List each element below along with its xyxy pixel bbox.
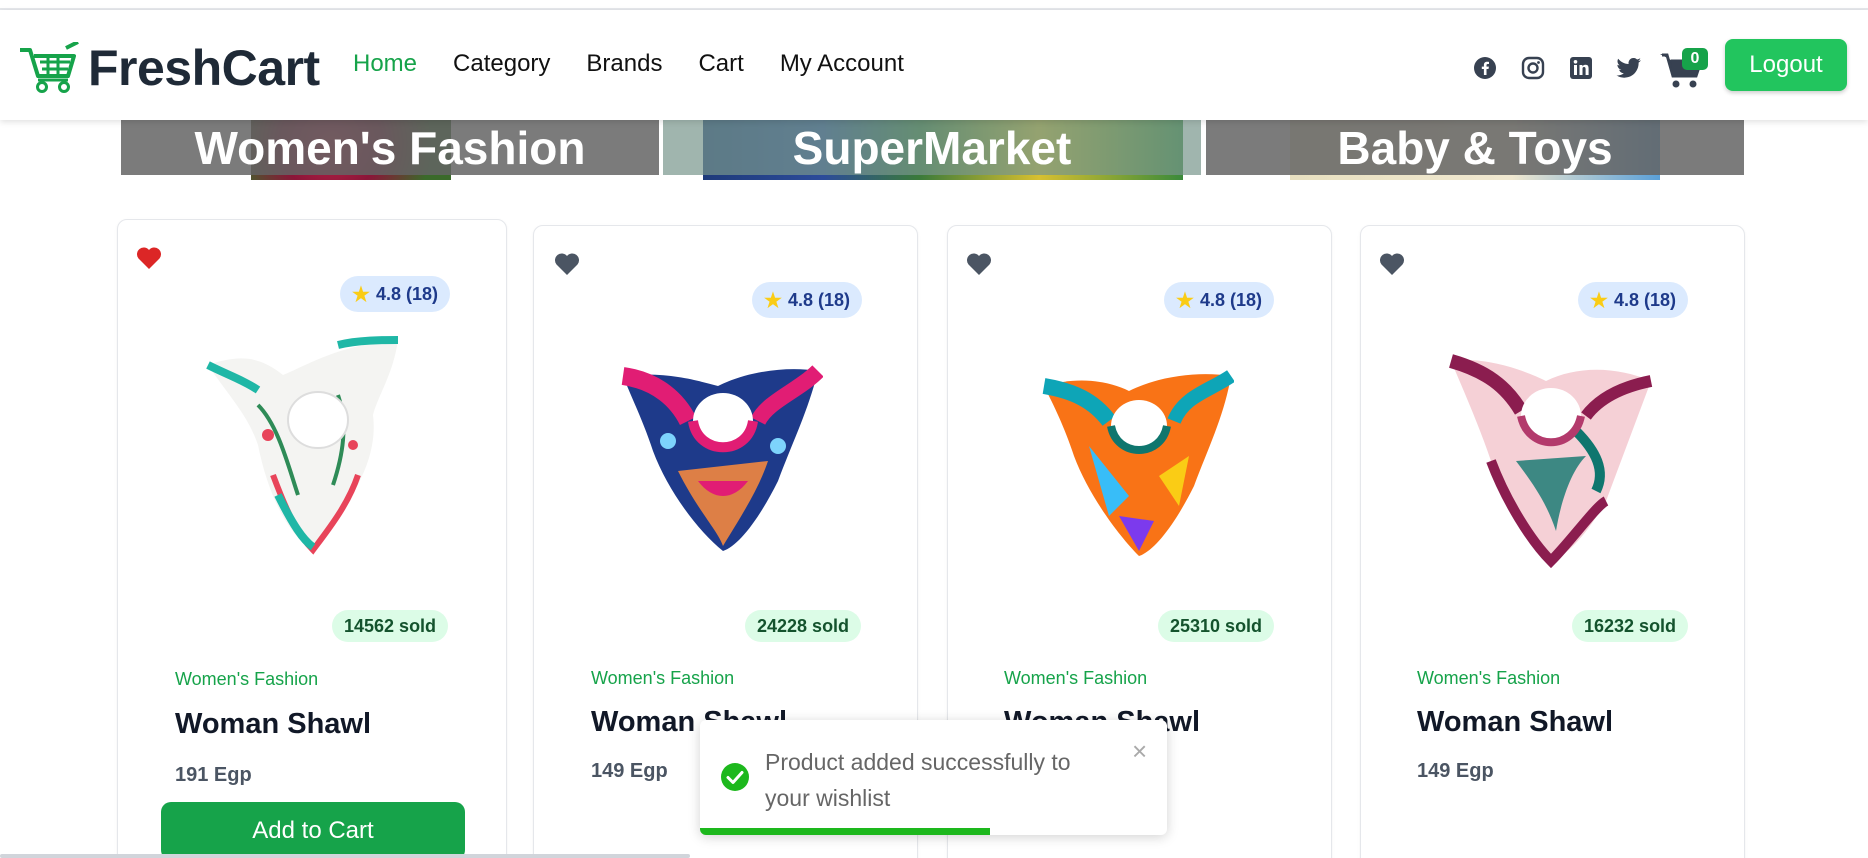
product-card[interactable]: ★ 4.8 (18) 16232 sold Women's Fashion Wo… [1360,225,1745,858]
heart-icon[interactable] [136,246,162,270]
nav-brands[interactable]: Brands [586,50,662,78]
instagram-icon[interactable] [1520,55,1546,81]
product-price: 191 Egp [175,764,252,786]
rating-badge: ★ 4.8 (18) [340,276,450,312]
twitter-icon[interactable] [1616,55,1642,81]
brand-name: FreshCart [88,40,320,96]
linkedin-icon[interactable] [1568,55,1594,81]
rating-text: 4.8 (18) [787,289,850,310]
category-label: SuperMarket [792,121,1072,174]
success-check-icon [721,763,749,791]
cart-button[interactable]: 0 [1660,44,1710,92]
horizontal-scrollbar[interactable] [0,854,690,858]
product-title[interactable]: Woman Shawl [175,708,371,741]
nav-category[interactable]: Category [453,50,550,78]
product-image [1449,354,1653,569]
product-image [1042,370,1234,556]
heart-icon[interactable] [966,252,992,276]
category-label: Women's Fashion [194,121,586,174]
rating-text: 4.8 (18) [1199,289,1262,310]
close-icon[interactable]: × [1132,736,1147,767]
cart-count-badge: 0 [1682,48,1708,70]
product-image [206,336,399,555]
product-price: 149 Egp [591,760,668,782]
nav-links: Home Category Brands Cart My Account [353,50,940,78]
rating-badge: ★ 4.8 (18) [752,282,862,318]
nav-my-account[interactable]: My Account [780,50,904,78]
wishlist-toast: Product added successfully to your wishl… [700,720,1167,835]
toast-progress-bar [700,828,990,835]
navbar: FreshCart Home Category Brands Cart My A… [0,10,1868,120]
product-title[interactable]: Woman Shawl [1417,706,1613,739]
rating-text: 4.8 (18) [1613,289,1676,310]
product-category: Women's Fashion [1004,668,1148,688]
product-category: Women's Fashion [175,669,319,689]
category-tile-baby-toys[interactable]: Baby & Toys [1206,120,1744,180]
rating-badge: ★ 4.8 (18) [1164,282,1274,318]
add-to-cart-button[interactable]: Add to Cart [161,802,465,858]
product-category: Women's Fashion [1417,668,1561,688]
category-tile-womens-fashion[interactable]: Women's Fashion [121,120,659,180]
star-icon: ★ [1590,289,1608,312]
category-overlay: SuperMarket [663,120,1201,175]
product-price: 149 Egp [1417,760,1494,782]
facebook-icon[interactable] [1472,55,1498,81]
nav-home[interactable]: Home [353,50,417,78]
brand-logo[interactable]: FreshCart [18,38,320,98]
heart-icon[interactable] [1379,252,1405,276]
browser-top-line [0,0,1868,10]
star-icon: ★ [352,283,370,306]
product-category: Women's Fashion [591,668,735,688]
nav-cart[interactable]: Cart [698,50,743,78]
cart-logo-icon [20,42,79,93]
category-overlay: Baby & Toys [1206,120,1744,175]
sold-badge: 14562 sold [332,610,449,642]
category-overlay: Women's Fashion [121,120,659,175]
sold-badge: 16232 sold [1572,610,1689,642]
social-links [1472,55,1642,81]
star-icon: ★ [764,289,782,312]
product-card[interactable]: ★ 4.8 (18) 14562 sold Women's Fashion Wo… [117,219,507,858]
sold-badge: 25310 sold [1158,610,1275,642]
category-label: Baby & Toys [1337,121,1613,174]
star-icon: ★ [1176,289,1194,312]
sold-badge: 24228 sold [745,610,862,642]
product-image [621,365,823,551]
rating-text: 4.8 (18) [375,283,438,304]
logout-button[interactable]: Logout [1725,39,1847,91]
category-tile-supermarket[interactable]: SuperMarket [663,120,1201,180]
toast-message: Product added successfully to your wishl… [765,749,1071,811]
heart-icon[interactable] [554,252,580,276]
rating-badge: ★ 4.8 (18) [1578,282,1688,318]
